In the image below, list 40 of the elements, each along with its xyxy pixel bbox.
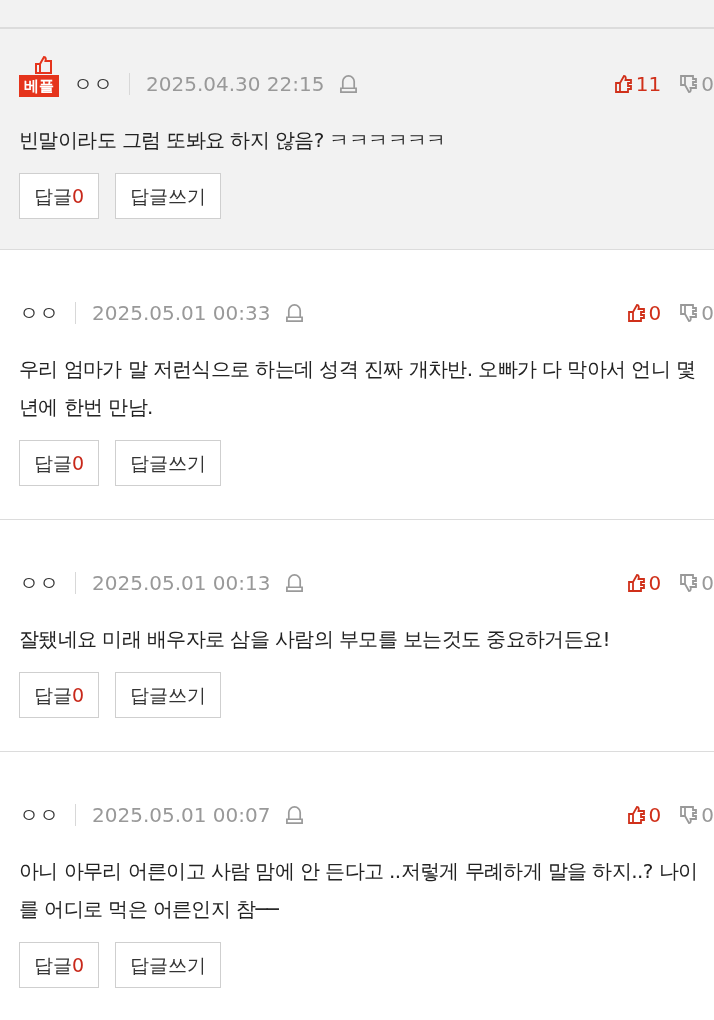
comment-text: 빈말이라도 그럼 또봐요 하지 않음? ㅋㅋㅋㅋㅋㅋ (19, 127, 447, 154)
thumbs-down-icon[interactable] (679, 303, 700, 323)
comment-date: 2025.05.01 00:07 (92, 802, 271, 828)
reply-count-button[interactable]: 답글0 (19, 942, 100, 988)
dislike-count: 0 (701, 71, 714, 97)
comment-text: 잘됐네요 미래 배우자로 삼을 사람의 부모를 보는것도 중요하거든요! (19, 626, 611, 653)
thumbs-up-icon[interactable] (626, 303, 647, 323)
reply-count-button[interactable]: 답글0 (19, 672, 100, 718)
write-reply-button[interactable]: 답글쓰기 (115, 173, 222, 219)
like-count: 0 (648, 570, 662, 596)
write-reply-button[interactable]: 답글쓰기 (115, 440, 222, 486)
bell-icon[interactable] (284, 804, 304, 825)
dislike-count: 0 (701, 570, 714, 596)
comment-text: 우리 엄마가 말 저런식으로 하는데 성격 진짜 개차반. 오빠가 다 막아서 언니 몇년에 한번 만남. (19, 356, 697, 421)
author-name: ㅇㅇ (73, 71, 113, 97)
bell-icon[interactable] (284, 302, 304, 323)
thumbs-down-icon[interactable] (679, 74, 700, 94)
author-name: ㅇㅇ (19, 300, 59, 326)
write-reply-button[interactable]: 답글쓰기 (115, 672, 222, 718)
comment-text: 아니 아무리 어른이고 사람 맘에 안 든다고 ..저렇게 무례하게 말을 하지..? 나이를 어디로 먹은 어른인지 참── (19, 858, 699, 923)
dislike-count: 0 (701, 802, 714, 828)
thumbs-down-icon[interactable] (679, 573, 700, 593)
reply-count-button[interactable]: 답글0 (19, 440, 100, 486)
thumbs-down-icon[interactable] (679, 805, 700, 825)
write-reply-button[interactable]: 답글쓰기 (115, 942, 222, 988)
author-name: ㅇㅇ (19, 570, 59, 596)
comment-date: 2025.05.01 00:13 (92, 570, 271, 596)
like-count: 0 (648, 802, 662, 828)
dislike-count: 0 (701, 300, 714, 326)
bell-icon[interactable] (284, 572, 304, 593)
comment-date: 2025.04.30 22:15 (146, 71, 325, 97)
like-count: 11 (635, 71, 662, 97)
thumbs-up-icon[interactable] (613, 74, 634, 94)
comment-date: 2025.05.01 00:33 (92, 300, 271, 326)
thumbs-up-icon[interactable] (626, 573, 647, 593)
reply-count-button[interactable]: 답글0 (19, 173, 100, 219)
bell-icon[interactable] (338, 73, 358, 94)
thumbs-up-icon[interactable] (626, 805, 647, 825)
author-name: ㅇㅇ (19, 802, 59, 828)
like-count: 0 (648, 300, 662, 326)
